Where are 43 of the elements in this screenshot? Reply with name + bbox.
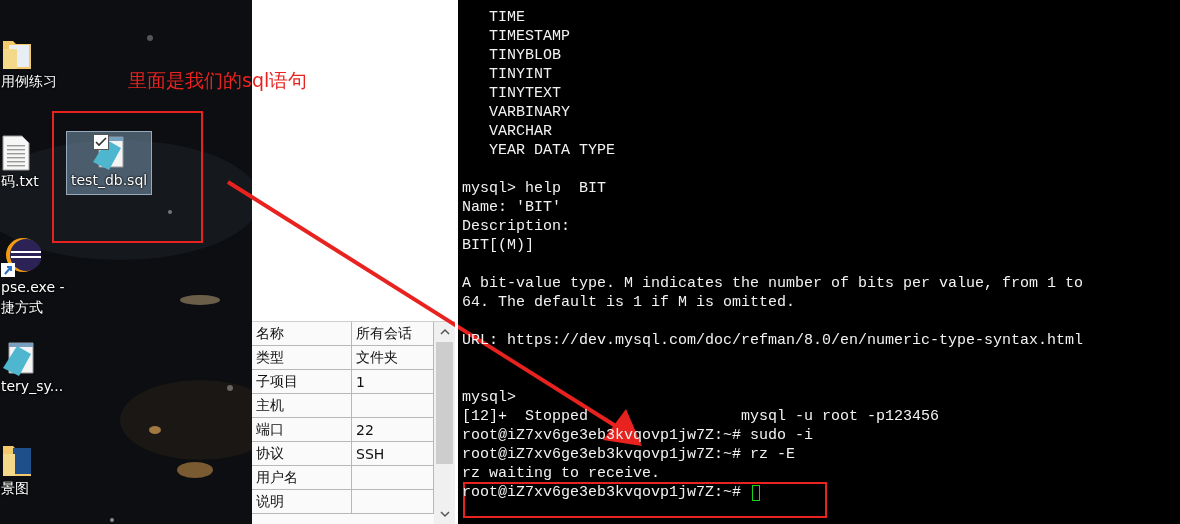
table-cell: 主机: [252, 394, 352, 418]
terminal-line: TINYINT: [488, 65, 552, 84]
terminal-line: YEAR DATA TYPE: [488, 141, 616, 160]
terminal-line: TINYBLOB: [488, 46, 562, 65]
checkbox-icon: [93, 134, 109, 150]
desktop-icon[interactable]: 用例练习: [0, 36, 58, 92]
terminal-line: TIME: [488, 8, 525, 27]
icon-label: test_db.sql: [71, 171, 148, 190]
desktop-icon[interactable]: test_db.sql: [66, 131, 153, 195]
terminal-line: VARBINARY: [488, 103, 571, 122]
notepad-icon: [1, 340, 37, 376]
terminal-line: [12]+ Stopped mysql -u root -p123456: [462, 407, 940, 426]
terminal-line: root@iZ7xv6ge3eb3kvqovp1jw7Z:~# rz -E: [462, 445, 796, 464]
desktop-icon[interactable]: 码.txt: [0, 134, 40, 192]
table-cell: 说明: [252, 490, 352, 514]
table-cell: 名称: [252, 322, 352, 346]
icon-label: 用例练习: [1, 72, 57, 91]
icon-label: pse.exe - 捷方式: [1, 278, 65, 317]
desktop-icon[interactable]: pse.exe - 捷方式: [0, 236, 66, 318]
eclipse-icon: [1, 237, 41, 277]
table-cell: 子项目: [252, 370, 352, 394]
table-cell: 端口: [252, 418, 352, 442]
terminal-line: A bit-value type. M indicates the number of bits per value, from 1 to: [462, 274, 1084, 293]
table-cell: 协议: [252, 442, 352, 466]
terminal-line: Name: 'BIT': [462, 198, 562, 217]
terminal-line: 64. The default is 1 if M is omitted.: [462, 293, 796, 312]
table-cell: 类型: [252, 346, 352, 370]
desktop-icon[interactable]: tery_sy...: [0, 339, 65, 397]
terminal-line: VARCHAR: [488, 122, 552, 141]
terminal-line: mysql> help BIT: [462, 179, 607, 198]
terminal-line: BIT[(M)]: [462, 236, 534, 255]
terminal-line: Description:: [462, 217, 571, 236]
table-cell: 用户名: [252, 466, 352, 490]
document-icon: [1, 135, 31, 171]
desktop-icon[interactable]: 景图: [0, 441, 34, 499]
terminal-line: rz waiting to receive.: [462, 464, 661, 483]
scrollbar[interactable]: [434, 322, 455, 524]
terminal-line: TINYTEXT: [488, 84, 562, 103]
icon-label: 景图: [1, 479, 29, 498]
icon-label: tery_sy...: [1, 377, 64, 396]
icon-label: 码.txt: [1, 172, 39, 191]
terminal-line: TIMESTAMP: [488, 27, 571, 46]
terminal-line: mysql>: [462, 388, 516, 407]
